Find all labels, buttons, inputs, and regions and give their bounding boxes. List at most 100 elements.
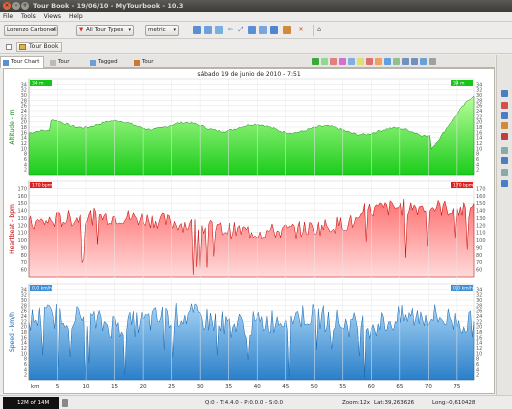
- close-window-icon[interactable]: ×: [3, 2, 11, 10]
- graph-altimeter-icon[interactable]: [384, 58, 391, 65]
- value-badge-right-label: 170 bpm: [453, 183, 473, 189]
- memory-indicator[interactable]: 12M of 14M: [3, 397, 59, 409]
- marker-view-icon[interactable]: [501, 102, 508, 109]
- export-icon[interactable]: [501, 147, 508, 154]
- y-tick-label-right: 24: [476, 314, 482, 320]
- graph-cadence-icon[interactable]: [375, 58, 382, 65]
- menu-tools[interactable]: Tools: [21, 12, 36, 22]
- tab-tour-chart[interactable]: Tour Chart: [0, 56, 44, 68]
- expand-icon[interactable]: ⤢: [237, 26, 245, 34]
- menu-views[interactable]: Views: [44, 12, 61, 22]
- chart-menu-icon[interactable]: [429, 58, 436, 65]
- fit-graph-icon[interactable]: [420, 58, 427, 65]
- right-sidebar: [496, 55, 512, 397]
- graph-temperature-icon[interactable]: [357, 58, 364, 65]
- y-tick-label-right: 160: [476, 194, 486, 200]
- zoom-out-icon[interactable]: [411, 58, 418, 65]
- y-tick-label-left: 90: [21, 245, 27, 251]
- home-icon[interactable]: ⌂: [315, 26, 323, 34]
- y-tick-label-left: 18: [21, 125, 27, 131]
- graph-altitude-icon[interactable]: [312, 58, 319, 65]
- y-tick-label-left: 8: [24, 357, 27, 363]
- y-tick-label-right: 10: [476, 146, 482, 152]
- tour-book-tab[interactable]: Tour Book: [16, 42, 63, 52]
- status-position: Q:0 - T:4.4.0 - P:0.0.0 - S:0.0: [205, 400, 283, 406]
- y-tick-label-left: 16: [21, 335, 27, 341]
- photo-icon[interactable]: [501, 169, 508, 176]
- y-tick-label-right: 140: [476, 209, 486, 215]
- y-tick-label-left: 22: [21, 319, 27, 325]
- x-tick-label: 25: [168, 384, 175, 390]
- view-toolbar: Tour Book: [0, 40, 512, 54]
- tour-chart[interactable]: sábado 19 de junio de 2010 - 7:51 224466…: [3, 68, 495, 394]
- chart-canvas[interactable]: 2 24 46 68 810 1012 1214 1416 1618 1820 2022 2224 24…: [4, 69, 496, 395]
- gps-import-icon[interactable]: [193, 26, 201, 34]
- y-tick-label-left: 32: [21, 293, 27, 299]
- y-tick-label-right: 26: [476, 104, 482, 110]
- map-icon[interactable]: [204, 26, 212, 34]
- y-axis-label: Heartbeat - bpm: [9, 204, 16, 254]
- x-axis-unit: km: [31, 384, 40, 390]
- segment-icon[interactable]: [501, 112, 508, 119]
- weather-icon[interactable]: [501, 180, 508, 187]
- distance-time-icon[interactable]: [393, 58, 400, 65]
- y-tick-label-right: 2: [476, 168, 479, 174]
- tour-type-select[interactable]: ▼ All Tour Types ▾: [76, 25, 134, 36]
- person-select[interactable]: Lorenzo Carbonell ▾: [4, 25, 58, 36]
- x-tick-label: 20: [140, 384, 147, 390]
- value-badge-left-label: 170 bpm: [32, 183, 52, 189]
- y-tick-label-right: 6: [476, 362, 479, 368]
- statistics-view-icon[interactable]: [501, 133, 508, 140]
- menu-file[interactable]: File: [3, 12, 13, 22]
- maximize-window-icon[interactable]: +: [21, 2, 29, 10]
- measurement-select[interactable]: metric ▾: [145, 25, 179, 36]
- y-tick-label-left: 30: [21, 93, 27, 99]
- y-tick-label-left: 18: [21, 330, 27, 336]
- y-tick-label-right: 32: [476, 88, 482, 94]
- y-tick-label-left: 20: [21, 120, 27, 126]
- graph-speed-icon[interactable]: [330, 58, 337, 65]
- y-tick-label-right: 26: [476, 309, 482, 315]
- y-tick-label-left: 24: [21, 109, 27, 115]
- edit-tour-icon[interactable]: [283, 26, 291, 34]
- y-tick-label-left: 10: [21, 351, 27, 357]
- tour-type-select-value: All Tour Types: [86, 27, 124, 33]
- menu-help[interactable]: Help: [69, 12, 83, 22]
- compare-view-icon[interactable]: [501, 122, 508, 129]
- y-tick-label-right: 16: [476, 335, 482, 341]
- marker-icon[interactable]: [259, 26, 267, 34]
- y-tick-label-left: 100: [17, 238, 27, 244]
- minimize-window-icon[interactable]: –: [12, 2, 20, 10]
- book-icon: [19, 44, 26, 50]
- value-badge-right-label: 34 m: [453, 81, 465, 87]
- y-tick-label-left: 2: [24, 373, 27, 379]
- measurement-select-value: metric: [148, 27, 166, 33]
- status-bar: 12M of 14M Q:0 - T:4.4.0 - P:0.0.0 - S:0…: [0, 395, 512, 409]
- graph-pulse-icon[interactable]: [321, 58, 328, 65]
- chart-icon[interactable]: [248, 26, 256, 34]
- graph-pace-icon[interactable]: [339, 58, 346, 65]
- y-tick-label-right: 70: [476, 260, 482, 266]
- statistics-icon[interactable]: [215, 26, 223, 34]
- zoom-in-icon[interactable]: [402, 58, 409, 65]
- tab-tagged-tours[interactable]: Tagged Tours: [87, 56, 131, 76]
- garbage-collect-icon[interactable]: [62, 399, 68, 407]
- delete-icon[interactable]: ✕: [297, 26, 305, 34]
- compare-icon[interactable]: [270, 26, 278, 34]
- y-tick-label-left: 12: [21, 346, 27, 352]
- y-tick-label-left: 2: [24, 168, 27, 174]
- globe-icon[interactable]: [501, 157, 508, 164]
- graph-gradient-icon[interactable]: [366, 58, 373, 65]
- y-tick-label-right: 22: [476, 114, 482, 120]
- tab-tour-editor[interactable]: Tour Editor: [47, 56, 87, 76]
- y-tick-label-left: 6: [24, 362, 27, 368]
- minimize-view-icon[interactable]: [6, 44, 12, 50]
- y-tick-label-right: 22: [476, 319, 482, 325]
- tour-info-icon[interactable]: [501, 90, 508, 97]
- x-tick-label: 50: [311, 384, 318, 390]
- arrow-left-icon[interactable]: ⇦: [226, 26, 234, 34]
- y-tick-label-right: 18: [476, 125, 482, 131]
- graph-power-icon[interactable]: [348, 58, 355, 65]
- analyzer-icon: [134, 60, 140, 66]
- tab-tour-analyzer[interactable]: Tour Analyzer: [131, 56, 179, 76]
